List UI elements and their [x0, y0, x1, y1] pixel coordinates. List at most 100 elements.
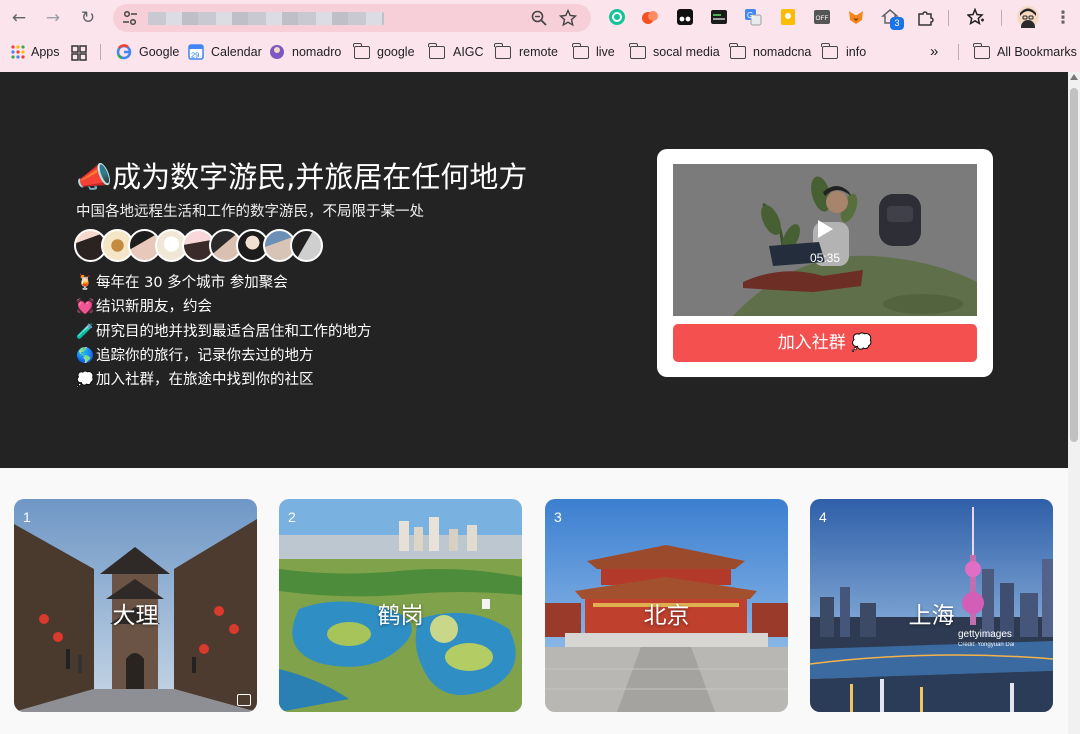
city-card-hegang[interactable]: 2 鹤岗 [279, 499, 522, 712]
feature-item: 💓 结识新朋友，约会 [76, 295, 372, 319]
feature-item: 💭 加入社群，在旅途中找到你的社区 [76, 368, 372, 392]
city-name: 鹤岗 [377, 603, 424, 629]
folder-icon [572, 43, 589, 59]
bookmark-folder-nomadcna[interactable]: nomadcna [729, 43, 811, 61]
city-card-beijing[interactable]: 3 北京 [545, 499, 788, 712]
page-content: 📣成为数字游民,并旅居在任何地方 中国各地远程生活和工作的数字游民，不局限于某一… [0, 72, 1068, 734]
svg-text:G: G [747, 11, 753, 20]
svg-text:OFF: OFF [816, 15, 829, 22]
video-card: 05:35 加入社群 💭 [657, 149, 993, 377]
feature-item: 🌎 追踪你的旅行，记录你去过的地方 [76, 344, 372, 368]
toolbar-divider [1001, 10, 1002, 26]
bookmark-folder-live[interactable]: live [572, 43, 617, 61]
hero-subtitle: 中国各地远程生活和工作的数字游民，不局限于某一处 [76, 204, 424, 220]
city-cards-section: 1 大理 2 鹤岗 3 北京 4 上海 gettyimages Credit: … [0, 468, 1068, 734]
city-card-shanghai[interactable]: 4 上海 gettyimages Credit: Yongyuan Dai [810, 499, 1053, 712]
cocktail-icon: 🍹 [76, 275, 95, 291]
site-settings-icon[interactable] [121, 9, 139, 27]
bookmark-folder-socal-media[interactable]: socal media [629, 43, 720, 61]
url-text-blurred[interactable] [148, 12, 384, 25]
bookmark-apps[interactable]: Apps [10, 43, 60, 61]
browser-menu-icon[interactable]: ⋮ [1052, 7, 1074, 29]
play-icon[interactable] [818, 220, 833, 238]
address-bar[interactable] [113, 4, 591, 32]
tab-groups-icon[interactable] [71, 45, 87, 61]
bookmarks-bar: Apps Google 29 Calendar nomadro google A… [0, 36, 1080, 68]
page-title: 📣成为数字游民,并旅居在任何地方 [76, 160, 528, 194]
toolbar-divider [948, 10, 949, 26]
city-rank: 2 [288, 509, 296, 525]
back-arrow-icon[interactable]: ← [8, 7, 30, 29]
city-name: 大理 [112, 603, 159, 629]
folder-icon [494, 43, 511, 59]
feature-item: 🍹 每年在 30 多个城市 参加聚会 [76, 271, 372, 295]
folder-icon [729, 43, 746, 59]
feature-item: 🧪 研究目的地并找到最适合居住和工作的地方 [76, 320, 372, 344]
city-name: 上海 [908, 603, 955, 629]
hero-section: 📣成为数字游民,并旅居在任何地方 中国各地远程生活和工作的数字游民，不局限于某一… [0, 72, 1068, 468]
extensions-puzzle-icon[interactable] [916, 8, 934, 26]
metamask-fox-icon[interactable] [847, 8, 865, 26]
globe-icon: 🌎 [76, 347, 95, 364]
bookmark-divider [958, 44, 959, 60]
bookmark-calendar[interactable]: 29 Calendar [188, 43, 262, 61]
folder-icon [821, 43, 838, 59]
bookmark-folder-remote[interactable]: remote [494, 43, 558, 61]
bookmark-folder-google[interactable]: google [353, 43, 416, 61]
calendar-icon: 29 [188, 44, 204, 60]
extension-badge: 3 [890, 17, 904, 30]
bookmark-divider [100, 44, 101, 60]
nomadro-favicon-icon [270, 45, 284, 59]
off-extension-icon[interactable]: OFF [813, 8, 831, 26]
apps-grid-icon [11, 45, 25, 59]
photo-credit: Credit: Yongyuan Dai [958, 642, 1015, 648]
grammarly-extension-icon[interactable] [608, 8, 626, 26]
member-avatars [74, 229, 323, 263]
fruit-extension-icon[interactable] [641, 8, 659, 26]
bookmark-folder-aigc[interactable]: AIGC [428, 43, 484, 61]
city-rank: 3 [554, 509, 562, 525]
profile-avatar-icon[interactable] [1017, 6, 1039, 28]
forward-arrow-icon[interactable]: → [42, 7, 64, 29]
bookmark-google[interactable]: Google [116, 43, 179, 61]
bookmark-nomadro[interactable]: nomadro [269, 43, 341, 61]
tampermonkey-extension-icon[interactable] [676, 8, 694, 26]
city-rank: 4 [819, 509, 827, 525]
folder-icon [973, 43, 990, 59]
feature-list: 🍹 每年在 30 多个城市 参加聚会 💓 结识新朋友，约会 🧪 研究目的地并找到最适合… [76, 271, 372, 392]
test-tube-icon: 🧪 [76, 323, 95, 340]
bookmark-folder-info[interactable]: info [821, 43, 868, 61]
intro-video[interactable]: 05:35 [673, 164, 977, 316]
avatar[interactable] [290, 229, 323, 262]
folder-icon [353, 43, 370, 59]
more-bookmarks-chevron-icon[interactable]: » [930, 43, 944, 61]
scroll-up-arrow-icon[interactable] [1070, 74, 1078, 80]
bookmark-star-icon[interactable] [559, 9, 577, 27]
google-logo-icon [116, 44, 132, 60]
city-name: 北京 [643, 603, 690, 629]
folder-icon [428, 43, 445, 59]
thought-bubble-icon: 💭 [76, 372, 95, 389]
translate-extension-icon[interactable]: G [744, 8, 762, 26]
megaphone-icon: 📣 [76, 160, 113, 194]
city-card-dali[interactable]: 1 大理 [14, 499, 257, 712]
all-bookmarks[interactable]: All Bookmarks [973, 43, 1077, 61]
keep-extension-icon[interactable] [779, 8, 797, 26]
reading-list-star-icon[interactable] [967, 8, 985, 26]
image-gallery-icon [237, 694, 251, 706]
photo-watermark: gettyimages Credit: Yongyuan Dai [958, 629, 1015, 649]
terminal-extension-icon[interactable] [710, 8, 728, 26]
video-illustration [673, 164, 977, 316]
browser-toolbar: ← → ↻ G OFF 3 ⋮ [0, 0, 1080, 36]
join-community-button[interactable]: 加入社群 💭 [673, 324, 977, 362]
video-duration: 05:35 [809, 251, 841, 265]
page-scrollbar[interactable] [1068, 72, 1080, 734]
folder-icon [629, 43, 646, 59]
svg-text:29: 29 [191, 51, 199, 60]
browser-chrome: ← → ↻ G OFF 3 ⋮ Apps Google 29 Calendar … [0, 0, 1080, 72]
heart-icon: 💓 [76, 299, 95, 316]
city-rank: 1 [23, 509, 31, 525]
zoom-icon[interactable] [530, 9, 548, 27]
scrollbar-thumb[interactable] [1070, 88, 1078, 442]
reload-icon[interactable]: ↻ [77, 7, 99, 29]
